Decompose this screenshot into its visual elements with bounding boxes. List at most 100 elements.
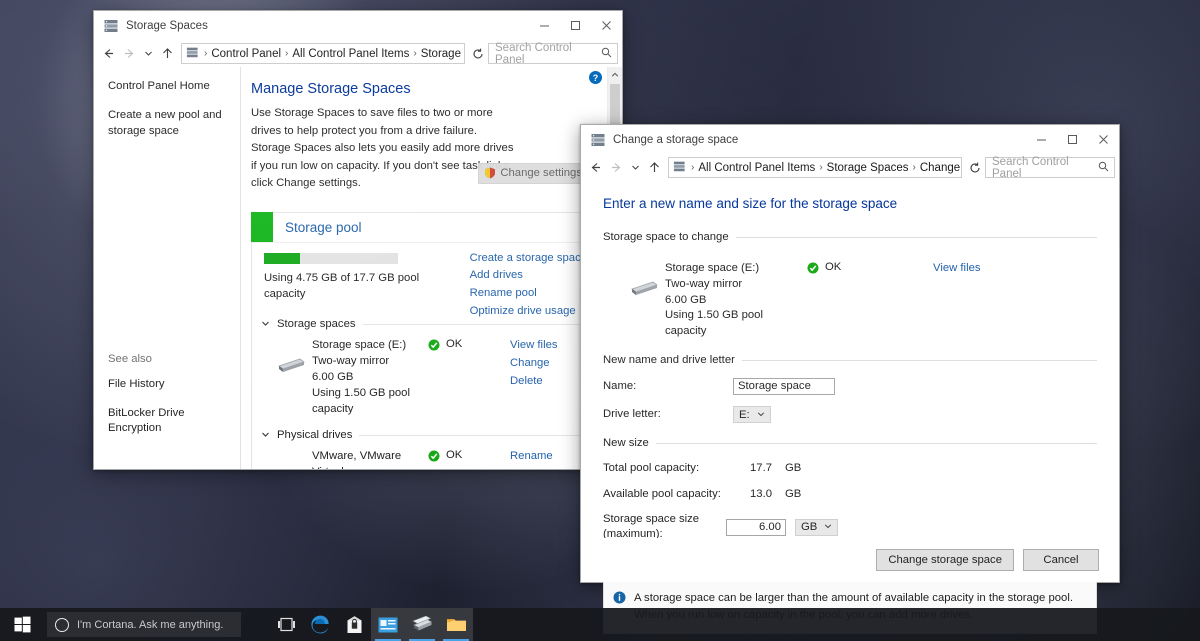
breadcrumb-item-change-storage-space[interactable]: Change a storage space: [918, 162, 962, 174]
section-physical-drives[interactable]: Physical drives: [252, 429, 609, 441]
close-icon[interactable]: [1088, 125, 1119, 154]
storage-spaces-window[interactable]: Storage Spaces: [93, 10, 623, 470]
sidebar-item-bitlocker[interactable]: BitLocker Drive Encryption: [108, 406, 230, 437]
windows-start-icon[interactable]: [0, 608, 44, 641]
storage-space-summary-info: Storage space (E:) Two-way mirror 6.00 G…: [665, 261, 807, 340]
search-input[interactable]: Search Control Panel: [488, 43, 618, 64]
group-new-size: New size: [603, 437, 1097, 449]
recent-locations-chevron-down-icon[interactable]: [140, 43, 157, 65]
group-rule: [742, 360, 1097, 361]
front-window-controls[interactable]: [1026, 125, 1119, 154]
link-view-files[interactable]: View files: [933, 261, 1097, 276]
back-window-titlebar[interactable]: Storage Spaces: [94, 11, 622, 40]
storage-space-row[interactable]: Storage space (E:) Two-way mirror 6.00 G…: [252, 330, 609, 417]
help-row[interactable]: ?: [589, 71, 602, 84]
refresh-icon[interactable]: [965, 157, 985, 179]
drive-icon: [276, 449, 312, 469]
storage-spaces-icon: [103, 18, 119, 34]
storage-spaces-icon: [590, 132, 606, 148]
back-window-body: Control Panel Home Create a new pool and…: [94, 67, 622, 469]
link-create-storage-space[interactable]: Create a storage space: [470, 251, 587, 266]
forward-arrow-icon[interactable]: [606, 157, 627, 179]
sidebar-item-control-panel-home[interactable]: Control Panel Home: [108, 79, 230, 94]
chevron-down-icon[interactable]: [260, 319, 270, 330]
total-pool-capacity-unit: GB: [772, 462, 812, 474]
change-storage-space-window[interactable]: Change a storage space: [580, 124, 1120, 583]
sidebar-item-file-history[interactable]: File History: [108, 377, 230, 392]
close-icon[interactable]: [591, 11, 622, 40]
file-explorer-icon[interactable]: [439, 608, 473, 641]
section-rule: [359, 435, 595, 436]
up-arrow-icon[interactable]: [157, 43, 178, 65]
refresh-icon[interactable]: [468, 43, 488, 65]
maximize-icon[interactable]: [560, 11, 591, 40]
see-also-section: See also File History BitLocker Drive En…: [108, 353, 230, 437]
link-add-drives[interactable]: Add drives: [470, 268, 587, 283]
recent-locations-chevron-down-icon[interactable]: [627, 157, 644, 179]
control-panel-icon[interactable]: [371, 608, 405, 641]
taskbar[interactable]: I'm Cortana. Ask me anything.: [0, 608, 1200, 641]
edge-icon[interactable]: [303, 608, 337, 641]
pool-usage-caption: Using 4.75 GB of 17.7 GB pool capacity: [264, 270, 434, 303]
change-storage-space-button[interactable]: Change storage space: [876, 549, 1014, 571]
control-panel-sidebar: Control Panel Home Create a new pool and…: [94, 67, 241, 469]
desktop: Storage Spaces: [0, 0, 1200, 641]
name-input[interactable]: Storage space: [733, 378, 835, 395]
breadcrumb-item-all-items[interactable]: All Control Panel Items: [696, 162, 817, 174]
storage-space-info: Storage space (E:) Two-way mirror 6.00 G…: [312, 338, 428, 417]
taskbar-icons[interactable]: [269, 608, 473, 641]
back-window-navbar[interactable]: › Control Panel › All Control Panel Item…: [94, 40, 622, 67]
back-arrow-icon[interactable]: [98, 43, 119, 65]
chevron-down-icon[interactable]: [260, 430, 270, 441]
physical-drive-row[interactable]: VMware, VMware Virtual ... Attached via …: [252, 441, 609, 469]
drive-letter-select[interactable]: E:: [733, 406, 771, 423]
link-rename-pool[interactable]: Rename pool: [470, 286, 587, 301]
total-pool-capacity-label: Total pool capacity:: [603, 461, 726, 476]
breadcrumb-item-storage-spaces[interactable]: Storage Spaces: [825, 162, 911, 174]
cortana-placeholder: I'm Cortana. Ask me anything.: [77, 619, 223, 631]
breadcrumb-separator: ›: [411, 48, 418, 59]
cancel-button[interactable]: Cancel: [1023, 549, 1099, 571]
link-optimize-drive-usage[interactable]: Optimize drive usage: [470, 304, 587, 319]
change-settings-button[interactable]: Change settings: [478, 163, 590, 184]
storage-space-usage: Using 1.50 GB pool capacity: [665, 308, 807, 340]
dialog-heading: Enter a new name and size for the storag…: [603, 196, 1097, 211]
physical-drive-status-label: OK: [446, 449, 462, 461]
size-unit-select[interactable]: GB: [795, 519, 838, 536]
chevron-down-icon: [757, 410, 765, 420]
row-total-pool-capacity: Total pool capacity: 17.7 GB: [603, 461, 1097, 476]
up-arrow-icon[interactable]: [644, 157, 665, 179]
minimize-icon[interactable]: [1026, 125, 1057, 154]
task-view-icon[interactable]: [269, 608, 303, 641]
address-bar[interactable]: › Control Panel › All Control Panel Item…: [181, 43, 465, 64]
help-icon[interactable]: ?: [589, 71, 602, 84]
maximize-icon[interactable]: [1057, 125, 1088, 154]
forward-arrow-icon[interactable]: [119, 43, 140, 65]
physical-drive-info: VMware, VMware Virtual ... Attached via …: [312, 449, 428, 469]
section-storage-spaces[interactable]: Storage spaces: [252, 318, 609, 330]
breadcrumb-item-all-items[interactable]: All Control Panel Items: [290, 48, 411, 60]
search-icon: [1098, 161, 1109, 175]
storage-pool-header: Storage pool OK: [252, 213, 609, 243]
storage-spaces-icon[interactable]: [405, 608, 439, 641]
scroll-up-icon[interactable]: [608, 67, 622, 82]
back-window-controls[interactable]: [529, 11, 622, 40]
pool-task-links[interactable]: Create a storage space Add drives Rename…: [470, 251, 587, 320]
breadcrumb-item-control-panel[interactable]: Control Panel: [209, 48, 283, 60]
minimize-icon[interactable]: [529, 11, 560, 40]
back-arrow-icon[interactable]: [585, 157, 606, 179]
group-rule: [736, 237, 1097, 238]
front-window-navbar[interactable]: › All Control Panel Items › Storage Spac…: [581, 154, 1119, 181]
storage-space-actions[interactable]: View files: [927, 261, 1097, 340]
cortana-search-input[interactable]: I'm Cortana. Ask me anything.: [47, 612, 241, 637]
sidebar-item-create-pool[interactable]: Create a new pool and storage space: [108, 108, 230, 139]
address-bar[interactable]: › All Control Panel Items › Storage Spac…: [668, 157, 962, 178]
front-window-titlebar[interactable]: Change a storage space: [581, 125, 1119, 154]
search-input[interactable]: Search Control Panel: [985, 157, 1115, 178]
storage-pool-title: Storage pool: [285, 220, 362, 235]
store-icon[interactable]: [337, 608, 371, 641]
storage-space-size-input[interactable]: 6.00: [726, 519, 786, 536]
change-settings-label: Change settings: [500, 167, 582, 179]
breadcrumb-item-storage-spaces[interactable]: Storage Spaces: [419, 48, 465, 60]
group-new-name-and-drive-letter: New name and drive letter: [603, 354, 1097, 366]
